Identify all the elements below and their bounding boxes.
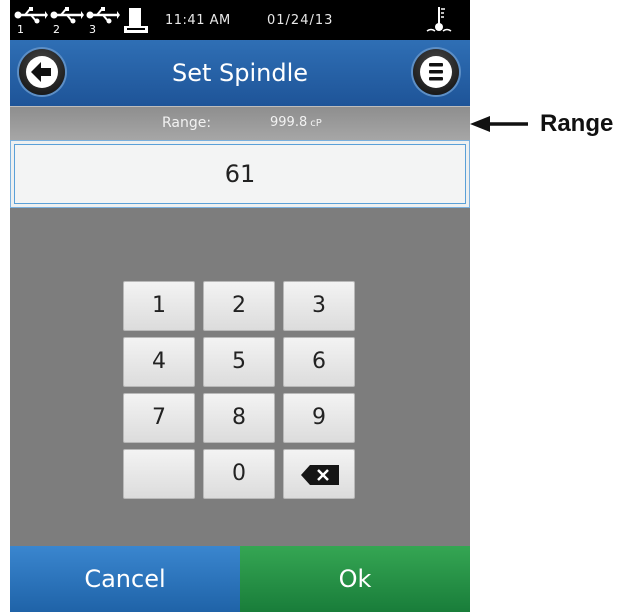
key-blank[interactable] — [123, 449, 195, 499]
ok-button[interactable]: Ok — [240, 546, 470, 612]
backspace-icon — [301, 465, 339, 485]
key-4[interactable]: 4 — [123, 337, 195, 387]
back-arrow-icon — [26, 56, 58, 88]
range-label: Range: — [162, 115, 212, 131]
usb-port-number: 1 — [17, 23, 24, 36]
range-value: 999.8 cP — [270, 115, 322, 130]
callout-label: Range — [540, 110, 614, 137]
range-number: 999.8 — [270, 115, 308, 130]
key-1[interactable]: 1 — [123, 281, 195, 331]
temperature-probe-icon — [426, 7, 452, 32]
key-8[interactable]: 8 — [203, 393, 275, 443]
key-2[interactable]: 2 — [203, 281, 275, 331]
key-backspace[interactable] — [283, 449, 355, 499]
usb-icon — [86, 7, 120, 24]
key-3[interactable]: 3 — [283, 281, 355, 331]
range-unit: cP — [310, 118, 322, 129]
key-5[interactable]: 5 — [203, 337, 275, 387]
key-0[interactable]: 0 — [203, 449, 275, 499]
key-7[interactable]: 7 — [123, 393, 195, 443]
menu-icon — [420, 56, 452, 88]
title-bar: Set Spindle — [10, 40, 470, 106]
page-title: Set Spindle — [171, 59, 309, 87]
usb-icon — [50, 7, 84, 24]
device-screen: 1 2 3 11:41 AM 01/24/13 Set Spindle Rang… — [10, 0, 470, 612]
range-bar: Range: 999.8 cP — [10, 106, 470, 141]
menu-button[interactable] — [413, 49, 459, 95]
printer-icon — [124, 8, 148, 33]
usb-port-1: 1 — [14, 6, 48, 36]
status-time: 11:41 AM — [165, 13, 231, 28]
usb-port-3: 3 — [86, 6, 120, 36]
spindle-value-input[interactable]: 61 — [10, 140, 470, 208]
usb-port-2: 2 — [50, 6, 84, 36]
key-9[interactable]: 9 — [283, 393, 355, 443]
range-callout: Range — [470, 108, 637, 142]
back-button[interactable] — [19, 49, 65, 95]
usb-port-number: 3 — [89, 23, 96, 36]
cancel-button[interactable]: Cancel — [10, 546, 240, 612]
usb-port-number: 2 — [53, 23, 60, 36]
callout-arrow-icon — [470, 116, 528, 132]
status-bar: 1 2 3 11:41 AM 01/24/13 — [10, 0, 470, 40]
usb-icon — [14, 7, 48, 24]
status-date: 01/24/13 — [267, 13, 334, 28]
spindle-value-text: 61 — [14, 144, 466, 204]
key-6[interactable]: 6 — [283, 337, 355, 387]
